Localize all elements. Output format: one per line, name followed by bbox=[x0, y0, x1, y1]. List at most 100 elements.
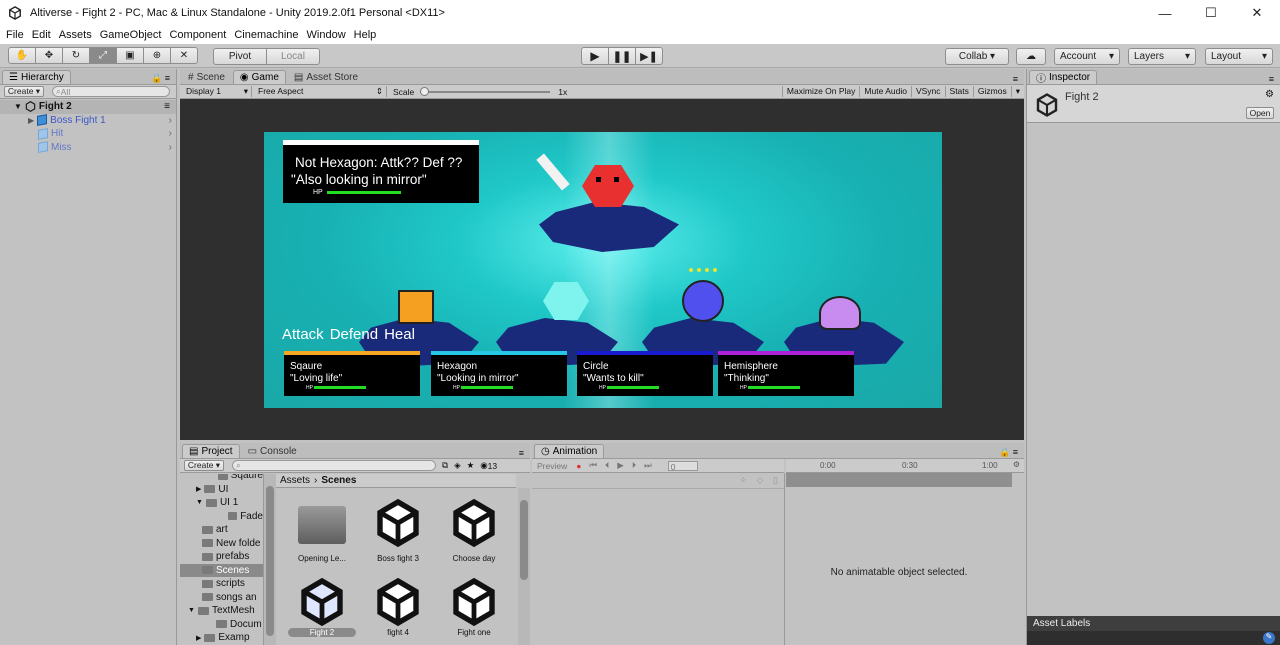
collab-button[interactable]: Collab ▾ bbox=[945, 48, 1009, 65]
step-button[interactable]: ▶❚ bbox=[635, 47, 663, 65]
account-dropdown[interactable]: Account ▾ bbox=[1054, 48, 1120, 65]
asset-item[interactable]: Opening Le... bbox=[288, 498, 356, 570]
last-key-icon[interactable]: ⏭ bbox=[640, 460, 656, 471]
layers-dropdown[interactable]: Layers ▾ bbox=[1128, 48, 1196, 65]
project-create-button[interactable]: Create ▾ bbox=[184, 460, 224, 471]
frame-input[interactable]: 0 bbox=[667, 460, 698, 472]
timeline-ruler[interactable]: 0:00 0:30 1:00 ⚙ bbox=[786, 459, 1024, 473]
play-button[interactable]: ▶ bbox=[581, 47, 609, 65]
tree-item[interactable]: Sqaure bbox=[180, 474, 263, 483]
asset-labels-header[interactable]: Asset Labels bbox=[1027, 616, 1280, 631]
breadcrumb-scenes[interactable]: Scenes bbox=[321, 475, 356, 486]
tree-item[interactable]: New folde bbox=[180, 537, 263, 551]
tree-item[interactable]: songs an bbox=[180, 591, 263, 605]
menu-help[interactable]: Help bbox=[354, 29, 377, 41]
aspect-dropdown[interactable]: Free Aspect ⇕ bbox=[252, 86, 387, 97]
gizmos-dropdown[interactable]: Gizmos bbox=[972, 86, 1011, 97]
hand-tool-button[interactable]: ✋ bbox=[8, 47, 36, 64]
breadcrumb-assets[interactable]: Assets bbox=[280, 475, 310, 486]
close-button[interactable]: ✕ bbox=[1234, 0, 1280, 26]
rect-tool-button[interactable]: ▣ bbox=[116, 47, 144, 64]
game-viewport[interactable]: Not Hexagon: Attk?? Def ?? "Also looking… bbox=[264, 132, 942, 408]
stats-toggle[interactable]: Stats bbox=[944, 86, 973, 97]
tab-asset-store[interactable]: ▤ Asset Store bbox=[288, 70, 364, 84]
scale-tool-button[interactable]: ⤢ bbox=[89, 47, 117, 64]
panel-menu-icon[interactable]: ≡ bbox=[1013, 74, 1018, 84]
local-button[interactable]: Local bbox=[266, 48, 320, 65]
pause-button[interactable]: ❚❚ bbox=[608, 47, 636, 65]
tab-scene[interactable]: # Scene bbox=[182, 70, 231, 84]
panel-menu-icon[interactable]: ≡ bbox=[1269, 74, 1274, 84]
asset-item[interactable]: Fight 2 bbox=[288, 577, 356, 645]
asset-item[interactable]: Boss fight 3 bbox=[364, 498, 432, 570]
chevron-down-icon[interactable]: ▾ bbox=[1010, 86, 1024, 97]
asset-item[interactable]: fight 4 bbox=[364, 577, 432, 645]
filter-type-icon[interactable]: ⧉ bbox=[442, 460, 448, 471]
menu-edit[interactable]: Edit bbox=[32, 29, 51, 41]
first-key-icon[interactable]: ⏮ bbox=[585, 460, 601, 471]
filter-label-icon[interactable]: ◈ bbox=[454, 460, 461, 471]
tab-game[interactable]: ◉ Game bbox=[232, 70, 286, 84]
menu-component[interactable]: Component bbox=[169, 29, 226, 41]
grid-scroll-thumb[interactable] bbox=[520, 500, 528, 580]
tree-item[interactable]: prefabs bbox=[180, 550, 263, 564]
tree-item[interactable]: art bbox=[180, 523, 263, 537]
add-keyframe-icon[interactable]: ✧ bbox=[739, 475, 747, 486]
prev-key-icon[interactable]: ⏴ bbox=[601, 460, 613, 471]
eye-icon[interactable]: ◉ bbox=[480, 460, 487, 471]
list-item[interactable]: ▶ Boss Fight 1 › bbox=[0, 114, 176, 128]
tree-scroll-thumb[interactable] bbox=[266, 486, 274, 636]
gear-icon[interactable]: ⚙ bbox=[1013, 460, 1020, 469]
defend-button[interactable]: Defend bbox=[330, 326, 378, 343]
menu-assets[interactable]: Assets bbox=[59, 29, 92, 41]
open-button[interactable]: Open bbox=[1246, 107, 1274, 119]
grid-scrollbar[interactable] bbox=[518, 488, 530, 645]
asset-item[interactable]: Choose day bbox=[440, 498, 508, 570]
rotate-tool-button[interactable]: ↻ bbox=[62, 47, 90, 64]
tree-scrollbar[interactable] bbox=[264, 474, 276, 645]
tree-item[interactable]: ▶ Examp bbox=[180, 631, 263, 645]
hierarchy-create-button[interactable]: Create ▾ bbox=[4, 86, 44, 97]
cloud-button[interactable]: ☁ bbox=[1016, 48, 1046, 65]
scale-slider[interactable] bbox=[420, 86, 551, 97]
panel-menu-icon[interactable]: 🔒 ≡ bbox=[151, 73, 170, 84]
scene-menu-icon[interactable]: ≡ bbox=[164, 101, 170, 112]
tree-item[interactable]: Docum bbox=[180, 618, 263, 632]
menu-cinemachine[interactable]: Cinemachine bbox=[234, 29, 298, 41]
gear-icon[interactable]: ⚙ bbox=[1265, 89, 1274, 100]
tab-animation[interactable]: ◷ Animation bbox=[534, 444, 605, 458]
tab-project[interactable]: ▤ Project bbox=[182, 444, 240, 458]
vsync-toggle[interactable]: VSync bbox=[910, 86, 945, 97]
tree-item[interactable]: ▶ UI bbox=[180, 483, 263, 497]
asset-item[interactable]: Fight one bbox=[440, 577, 508, 645]
menu-window[interactable]: Window bbox=[307, 29, 346, 41]
preview-toggle[interactable]: Preview bbox=[532, 461, 572, 471]
tree-item[interactable]: Fade bbox=[180, 510, 263, 524]
next-key-icon[interactable]: ⏵ bbox=[628, 460, 640, 471]
panel-menu-icon[interactable]: ≡ bbox=[519, 448, 524, 458]
tag-icon[interactable]: ✎ bbox=[1263, 632, 1275, 644]
star-icon[interactable]: ★ bbox=[467, 460, 475, 471]
play-icon[interactable]: ▶ bbox=[613, 460, 628, 471]
display-dropdown[interactable]: Display 1 ▾ bbox=[180, 86, 252, 97]
list-item[interactable]: Miss › bbox=[0, 141, 176, 155]
heal-button[interactable]: Heal bbox=[384, 326, 415, 343]
scene-row[interactable]: ▼ Fight 2 ≡ bbox=[0, 100, 176, 114]
record-icon[interactable]: ● bbox=[572, 461, 585, 471]
tab-console[interactable]: ▭ Console bbox=[242, 444, 303, 458]
attack-button[interactable]: Attack bbox=[282, 326, 324, 343]
add-property-icon[interactable]: ▯ bbox=[773, 475, 778, 486]
hierarchy-search-input[interactable]: ⌕ All bbox=[52, 86, 170, 97]
tree-item[interactable]: Scenes bbox=[180, 563, 263, 577]
minimize-button[interactable]: — bbox=[1142, 0, 1188, 26]
tree-item[interactable]: ▼ TextMesh bbox=[180, 604, 263, 618]
menu-file[interactable]: File bbox=[6, 29, 24, 41]
list-item[interactable]: Hit › bbox=[0, 127, 176, 141]
pivot-button[interactable]: Pivot bbox=[213, 48, 267, 65]
add-event-icon[interactable]: ⬦ bbox=[757, 475, 763, 486]
menu-gameobject[interactable]: GameObject bbox=[100, 29, 162, 41]
move-tool-button[interactable]: ✥ bbox=[35, 47, 63, 64]
tab-hierarchy[interactable]: ☰ Hierarchy bbox=[2, 70, 71, 84]
scale-slider-thumb[interactable] bbox=[420, 86, 430, 96]
tree-item[interactable]: scripts bbox=[180, 577, 263, 591]
